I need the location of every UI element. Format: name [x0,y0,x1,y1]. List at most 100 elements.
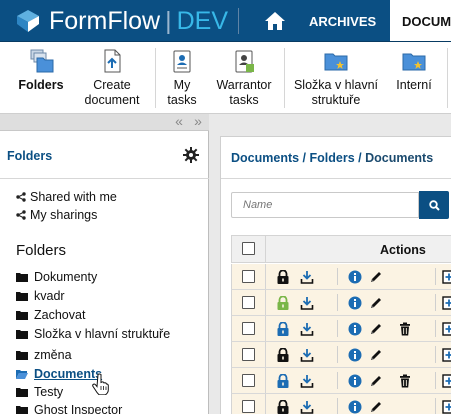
divider [221,178,451,179]
table-row[interactable] [231,290,451,316]
collapse-right-button[interactable]: » [189,114,207,131]
breadcrumb-folders[interactable]: Folders [310,151,355,165]
info-button[interactable] [346,320,364,338]
folders-panel-header: Folders [0,131,209,179]
warrantor-tasks-icon [235,50,254,73]
toolbar-my-tasks-button[interactable]: My tasks [162,48,202,112]
info-button[interactable] [346,398,364,414]
actions-separator [337,372,338,389]
lock-button[interactable] [274,372,292,390]
toolbar-folder-main-structure-button[interactable]: Složka v hlavní struktuře [292,48,380,112]
search-button[interactable] [419,191,449,219]
app-logo[interactable]: FormFlow | DEV [15,6,228,36]
collapse-left-button[interactable]: « [170,114,188,131]
info-button[interactable] [346,294,364,312]
download-button[interactable] [298,398,316,414]
expand-button[interactable] [440,320,451,338]
breadcrumb-documents[interactable]: Documents [231,151,299,165]
select-all-checkbox[interactable] [242,242,255,255]
folder-icon [16,330,28,339]
table-row[interactable] [231,342,451,368]
edit-button[interactable] [367,320,385,338]
delete-button[interactable] [396,372,414,390]
folder-icon [16,311,28,320]
lock-button[interactable] [274,268,292,286]
actions-separator [337,320,338,337]
folder-icon [16,292,28,301]
folder-item-ghost-inspector[interactable]: Ghost Inspector [16,403,122,414]
lock-button[interactable] [274,346,292,364]
row-checkbox[interactable] [242,296,255,309]
expand-button[interactable] [440,294,451,312]
toolbar-folders-button[interactable]: Folders [14,48,68,112]
download-icon [300,375,314,388]
folder-item-zmena[interactable]: změna [16,348,72,362]
lock-icon [277,322,289,336]
download-button[interactable] [298,320,316,338]
table-row[interactable] [231,264,451,290]
edit-button[interactable] [367,268,385,286]
lock-button[interactable] [274,398,292,414]
folder-item-kvadr[interactable]: kvadr [16,289,65,303]
actions-separator [435,346,436,363]
toolbar-interni-button[interactable]: Interní [392,48,436,112]
download-button[interactable] [298,268,316,286]
lock-button[interactable] [274,320,292,338]
table-row[interactable] [231,368,451,394]
panel-collapse-bar: « » [0,114,209,131]
table-row[interactable] [231,394,451,414]
table-row[interactable] [231,316,451,342]
folder-label: Dokumenty [34,270,98,284]
expand-icon [442,270,451,284]
actions-separator [435,372,436,389]
info-button[interactable] [346,268,364,286]
actions-separator [337,268,338,285]
pencil-icon [371,324,381,334]
delete-button[interactable] [396,320,414,338]
folder-item-testy[interactable]: Testy [16,385,63,399]
tab-documents[interactable]: DOCUMENTS [390,0,451,41]
folder-item-documents[interactable]: Documents [16,367,102,381]
info-button[interactable] [346,372,364,390]
tab-archives[interactable]: ARCHIVES [309,0,376,41]
row-checkbox[interactable] [242,270,255,283]
my-sharings-link[interactable]: My sharings [16,208,97,222]
actions-separator [435,320,436,337]
folder-item-zachovat[interactable]: Zachovat [16,308,85,322]
row-select-cell [232,394,266,414]
download-button[interactable] [298,346,316,364]
search-input[interactable] [231,192,419,218]
expand-button[interactable] [440,372,451,390]
expand-button[interactable] [440,398,451,414]
edit-button[interactable] [367,294,385,312]
info-icon [348,270,362,284]
folders-icon [30,49,54,73]
toolbar-warrantor-tasks-button[interactable]: Warrantor tasks [212,48,276,112]
download-button[interactable] [298,372,316,390]
toolbar: Folders Create document My tasks Warrant… [0,42,451,114]
grid-header: Actions [231,235,451,263]
home-button[interactable] [252,0,298,41]
folder-item-dokumenty[interactable]: Dokumenty [16,270,97,284]
folder-item-slozka-v-hlavni-strukture[interactable]: Složka v hlavní struktuře [16,327,170,341]
my-tasks-icon [173,50,191,73]
expand-button[interactable] [440,346,451,364]
trash-icon [400,322,410,336]
row-checkbox[interactable] [242,322,255,335]
row-checkbox[interactable] [242,348,255,361]
toolbar-create-document-button[interactable]: Create document [78,48,146,112]
top-bar: FormFlow | DEV ARCHIVES DOCUMENTS [0,0,451,42]
edit-button[interactable] [367,346,385,364]
edit-button[interactable] [367,398,385,414]
expand-button[interactable] [440,268,451,286]
edit-button[interactable] [367,372,385,390]
download-button[interactable] [298,294,316,312]
info-button[interactable] [346,346,364,364]
gear-icon[interactable] [183,147,199,163]
lock-button[interactable] [274,294,292,312]
shared-with-me-link[interactable]: Shared with me [16,190,117,204]
folders-panel: « » Folders Shared with me My sharings F… [0,114,209,414]
toolbar-separator [284,48,285,108]
row-checkbox[interactable] [242,374,255,387]
row-checkbox[interactable] [242,400,255,413]
